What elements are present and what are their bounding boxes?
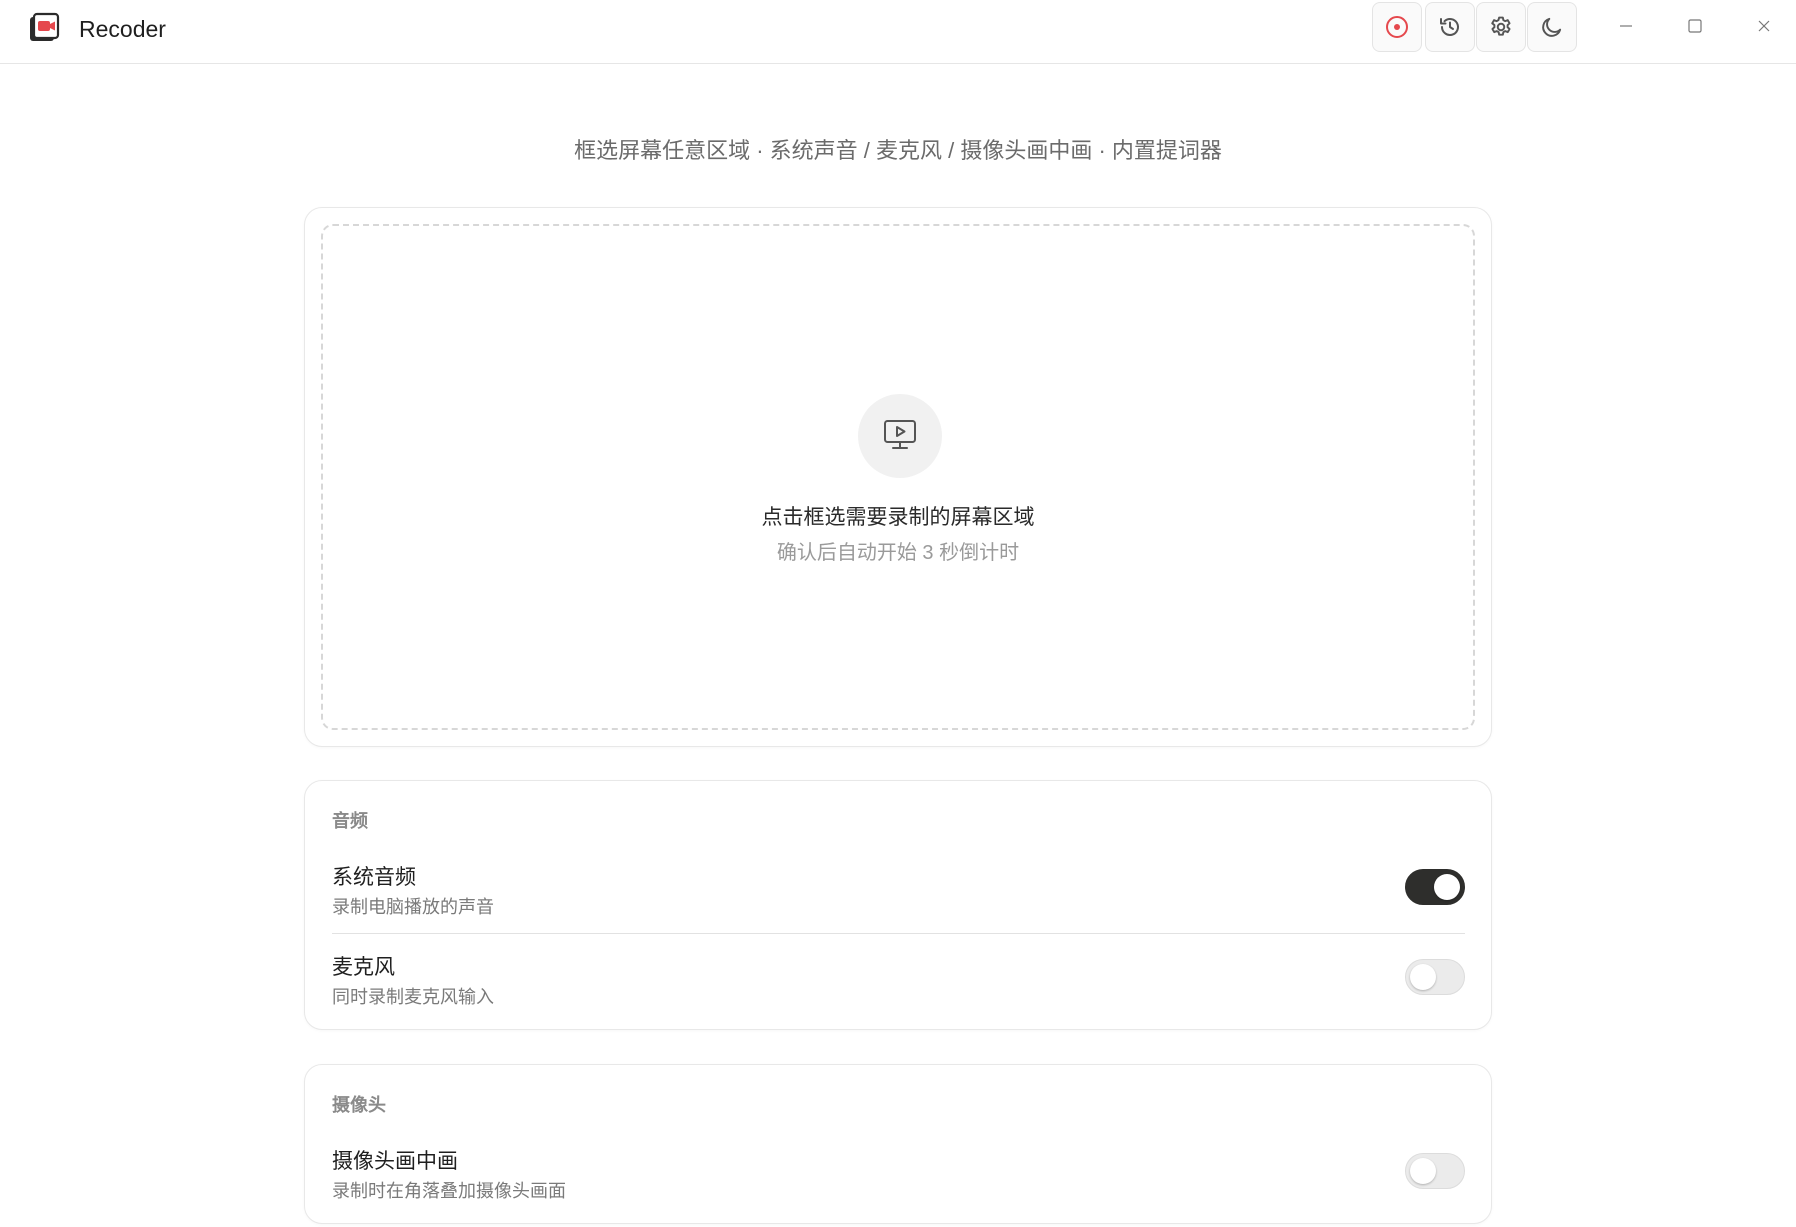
record-icon	[1384, 14, 1410, 40]
history-button[interactable]	[1425, 2, 1475, 52]
maximize-button[interactable]	[1667, 8, 1723, 48]
microphone-toggle[interactable]	[1405, 959, 1465, 995]
gear-icon	[1488, 14, 1514, 40]
monitor-play-icon	[880, 414, 920, 459]
close-icon	[1757, 19, 1771, 38]
minimize-icon	[1619, 19, 1633, 38]
setting-description: 录制电脑播放的声音	[332, 897, 494, 917]
system-audio-toggle[interactable]	[1405, 869, 1465, 905]
setting-row-camera-pip: 摄像头画中画 录制时在角落叠加摄像头画面	[332, 1147, 1465, 1227]
setting-label: 摄像头画中画	[332, 1150, 458, 1173]
history-icon	[1437, 14, 1463, 40]
setting-label: 麦克风	[332, 956, 395, 979]
toggle-knob	[1434, 874, 1460, 900]
camera-settings-card: 摄像头 摄像头画中画 录制时在角落叠加摄像头画面	[304, 1064, 1492, 1224]
setting-description: 同时录制麦克风输入	[332, 987, 494, 1007]
audio-settings-card: 音频 系统音频 录制电脑播放的声音 麦克风 同时录制麦克风输入	[304, 780, 1492, 1030]
moon-icon	[1539, 14, 1565, 40]
setting-label: 系统音频	[332, 866, 416, 889]
maximize-icon	[1687, 18, 1703, 39]
toggle-knob	[1410, 1158, 1436, 1184]
record-area-card: 点击框选需要录制的屏幕区域 确认后自动开始 3 秒倒计时	[304, 207, 1492, 747]
setting-row-system-audio: 系统音频 录制电脑播放的声音	[332, 863, 1465, 943]
close-button[interactable]	[1736, 8, 1792, 48]
select-region-area[interactable]: 点击框选需要录制的屏幕区域 确认后自动开始 3 秒倒计时	[321, 224, 1475, 730]
section-title-audio: 音频	[332, 811, 368, 831]
select-region-title: 点击框选需要录制的屏幕区域	[761, 506, 1035, 529]
app-title: Recoder	[79, 16, 166, 42]
toggle-knob	[1410, 964, 1436, 990]
setting-row-microphone: 麦克风 同时录制麦克风输入	[332, 953, 1465, 1033]
record-button[interactable]	[1372, 2, 1422, 52]
title-bar: Recoder	[0, 0, 1796, 64]
camera-pip-toggle[interactable]	[1405, 1153, 1465, 1189]
setting-description: 录制时在角落叠加摄像头画面	[332, 1181, 566, 1201]
section-title-camera: 摄像头	[332, 1095, 386, 1115]
minimize-button[interactable]	[1598, 8, 1654, 48]
monitor-play-icon-wrapper	[858, 394, 942, 478]
page-subtitle: 框选屏幕任意区域 · 系统声音 / 麦克风 / 摄像头画中画 · 内置提词器	[574, 138, 1222, 163]
divider	[332, 933, 1465, 934]
theme-toggle-button[interactable]	[1527, 2, 1577, 52]
select-region-hint: 确认后自动开始 3 秒倒计时	[776, 542, 1020, 564]
settings-button[interactable]	[1476, 2, 1526, 52]
app-logo-icon	[28, 12, 60, 44]
